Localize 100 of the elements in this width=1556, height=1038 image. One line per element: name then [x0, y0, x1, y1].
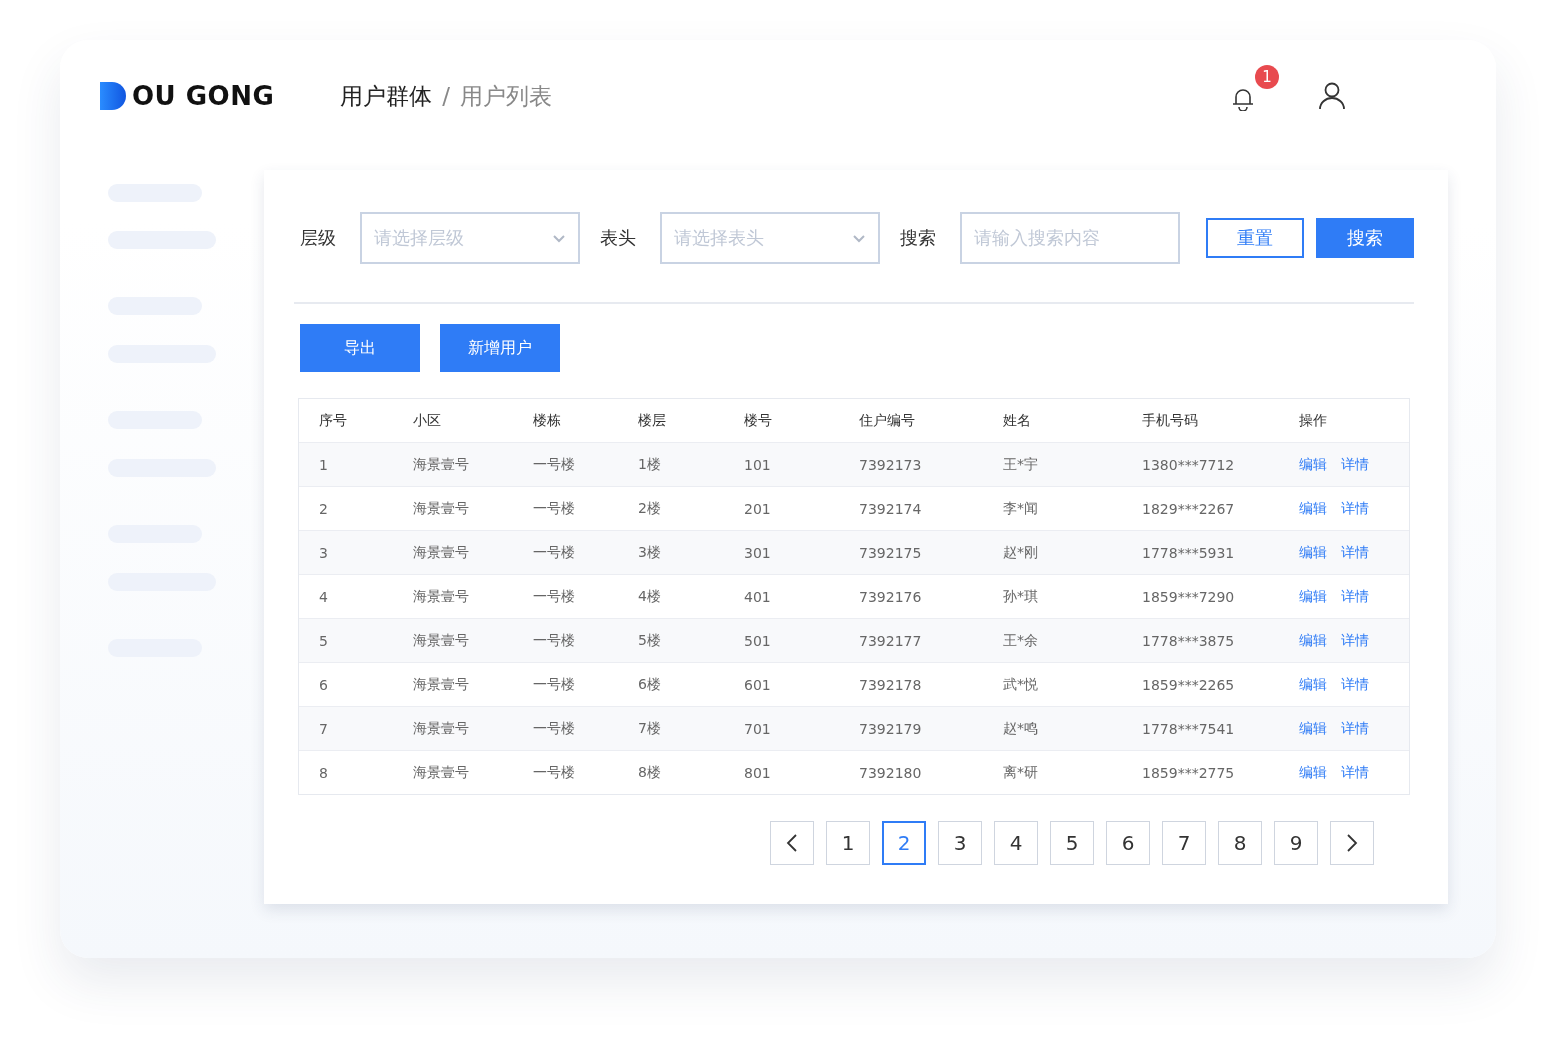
table-cell-text: 6 [318, 676, 329, 693]
table-cell-text: 海景壹号 [412, 499, 470, 518]
column-header: 手机号码 [1141, 411, 1199, 430]
column-header: 序号 [318, 411, 348, 430]
page-button[interactable]: 1 [826, 821, 870, 865]
edit-link[interactable]: 编辑 [1299, 543, 1327, 562]
details-link[interactable]: 详情 [1341, 455, 1369, 474]
table-cell-text: 601 [743, 676, 772, 693]
table-cell-text: 海景壹号 [412, 631, 470, 650]
column-header: 楼层 [637, 411, 667, 430]
table-cell-text: 7392178 [858, 676, 923, 693]
page-button[interactable]: 4 [994, 821, 1038, 865]
table-cell-text: 1778***3875 [1141, 632, 1236, 649]
edit-link[interactable]: 编辑 [1299, 675, 1327, 694]
table-cell-text: 7392180 [858, 764, 923, 781]
export-button[interactable]: 导出 [300, 324, 420, 372]
table-cell-text: 701 [743, 720, 772, 737]
table-cell-text: 海景壹号 [412, 719, 470, 738]
table-cell-text: 一号楼 [532, 631, 576, 650]
page-button[interactable]: 5 [1050, 821, 1094, 865]
details-link[interactable]: 详情 [1341, 587, 1369, 606]
table-cell-text: 李*闻 [1002, 499, 1039, 518]
search-button[interactable]: 搜索 [1316, 218, 1414, 258]
table-cell-text: 3 [318, 544, 329, 561]
table-cell-text: 8 [318, 764, 329, 781]
details-link[interactable]: 详情 [1341, 719, 1369, 738]
details-link[interactable]: 详情 [1341, 675, 1369, 694]
table-cell-text: 一号楼 [532, 543, 576, 562]
details-link[interactable]: 详情 [1341, 763, 1369, 782]
table-cell-text: 301 [743, 544, 772, 561]
table-cell-text: 3楼 [637, 543, 662, 562]
details-link[interactable]: 详情 [1341, 499, 1369, 518]
table-cell-text: 海景壹号 [412, 763, 470, 782]
edit-link[interactable]: 编辑 [1299, 631, 1327, 650]
table-cell-text: 6楼 [637, 675, 662, 694]
add-user-button[interactable]: 新增用户 [440, 324, 560, 372]
column-header: 楼号 [743, 411, 773, 430]
column-header: 操作 [1298, 411, 1328, 430]
page-button[interactable]: 3 [938, 821, 982, 865]
page-button[interactable]: 2 [882, 821, 926, 865]
breadcrumb-item: 用户列表 [460, 81, 553, 111]
table-cell-text: 海景壹号 [412, 543, 470, 562]
table-cell-text: 4 [318, 588, 329, 605]
table-cell-text: 1 [318, 456, 329, 473]
logo-text: OU GONG [132, 81, 275, 111]
table-cell-text: 401 [743, 588, 772, 605]
table-cell-text: 1859***7290 [1141, 588, 1236, 605]
table-cell-text: 海景壹号 [412, 455, 470, 474]
page-button[interactable]: 8 [1218, 821, 1262, 865]
table-cell-text: 7392175 [858, 544, 923, 561]
table-cell-text: 8楼 [637, 763, 662, 782]
details-link[interactable]: 详情 [1341, 631, 1369, 650]
table-cell-text: 孙*琪 [1002, 587, 1039, 606]
edit-link[interactable]: 编辑 [1299, 499, 1327, 518]
notification-badge: 1 [1255, 65, 1279, 89]
page-button[interactable]: 9 [1274, 821, 1318, 865]
column-header: 小区 [412, 411, 442, 430]
table-cell-text: 5 [318, 632, 329, 649]
page-button[interactable]: 6 [1106, 821, 1150, 865]
table-cell-text: 王*余 [1002, 631, 1039, 650]
details-link[interactable]: 详情 [1341, 543, 1369, 562]
breadcrumb-separator: / [442, 83, 451, 109]
filter-label: 搜索 [900, 226, 936, 250]
table-cell-text: 王*宇 [1002, 455, 1039, 474]
table-cell-text: 1859***2775 [1141, 764, 1236, 781]
table-cell-text: 7楼 [637, 719, 662, 738]
table-cell-text: 501 [743, 632, 772, 649]
table-cell-text: 7392174 [858, 500, 923, 517]
page-button[interactable]: 7 [1162, 821, 1206, 865]
table-cell-text: 离*研 [1002, 763, 1039, 782]
edit-link[interactable]: 编辑 [1299, 763, 1327, 782]
table-cell-text: 赵*鸣 [1002, 719, 1039, 738]
table-cell-text: 武*悦 [1002, 675, 1039, 694]
column-header: 住户编号 [858, 411, 916, 430]
edit-link[interactable]: 编辑 [1299, 455, 1327, 474]
reset-button[interactable]: 重置 [1206, 218, 1304, 258]
table-cell-text: 1829***2267 [1141, 500, 1236, 517]
table-cell-text: 801 [743, 764, 772, 781]
table-cell-text: 一号楼 [532, 499, 576, 518]
table-cell-text: 7392179 [858, 720, 923, 737]
edit-link[interactable]: 编辑 [1299, 719, 1327, 738]
table-cell-text: 一号楼 [532, 587, 576, 606]
table-cell-text: 一号楼 [532, 763, 576, 782]
filter-label: 层级 [300, 226, 336, 250]
table-cell-text: 一号楼 [532, 455, 576, 474]
table-cell-text: 101 [743, 456, 772, 473]
table-cell-text: 1楼 [637, 455, 662, 474]
table-cell-text: 201 [743, 500, 772, 517]
breadcrumb-item[interactable]: 用户群体 [340, 80, 433, 112]
edit-link[interactable]: 编辑 [1299, 587, 1327, 606]
table-cell-text: 4楼 [637, 587, 662, 606]
table-cell-text: 一号楼 [532, 719, 576, 738]
table-cell-text: 1778***7541 [1141, 720, 1236, 737]
table-cell-text: 赵*刚 [1002, 543, 1039, 562]
table-cell-text: 7 [318, 720, 329, 737]
table-cell-text: 海景壹号 [412, 675, 470, 694]
table-cell-text: 一号楼 [532, 675, 576, 694]
filter-label: 表头 [600, 226, 636, 250]
table-cell-text: 1778***5931 [1141, 544, 1236, 561]
table-cell-text: 1380***7712 [1141, 456, 1236, 473]
